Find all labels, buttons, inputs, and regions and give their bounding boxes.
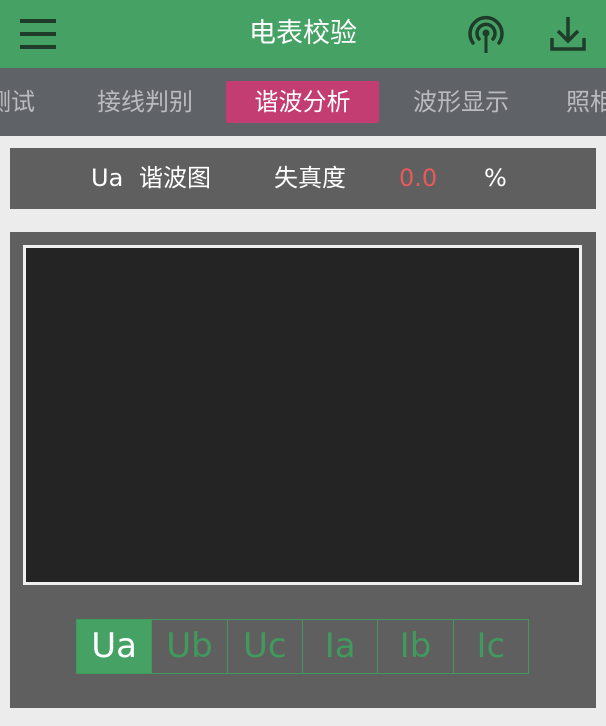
thd-value: 0.0 xyxy=(399,164,438,192)
tab-waveform[interactable]: 波形显示 xyxy=(399,81,523,123)
tab-bar: 测试 接线判别 谐波分析 波形显示 照相 xyxy=(0,68,606,136)
download-button[interactable] xyxy=(546,12,590,56)
signal-button[interactable] xyxy=(464,12,508,56)
chart-label: 谐波图 xyxy=(139,164,211,192)
thd-label: 失真度 xyxy=(274,164,346,192)
channel-button-ic[interactable]: Ic xyxy=(454,620,528,673)
tab-photo[interactable]: 照相 xyxy=(555,81,606,123)
tab-harmonic[interactable]: 谐波分析 xyxy=(226,81,379,123)
download-icon xyxy=(550,17,586,51)
tab-test[interactable]: 测试 xyxy=(0,81,44,123)
app-bar: 电表校验 xyxy=(0,0,606,68)
signal-tower-icon xyxy=(468,15,504,53)
chart-panel: Ua Ub Uc Ia Ib Ic xyxy=(10,232,596,708)
channel-button-ib[interactable]: Ib xyxy=(378,620,454,673)
channel-label: Ua xyxy=(91,164,124,192)
page-title: 电表校验 xyxy=(249,18,357,49)
channel-button-uc[interactable]: Uc xyxy=(228,620,303,673)
channel-button-ub[interactable]: Ub xyxy=(152,620,228,673)
channel-button-ua[interactable]: Ua xyxy=(77,620,153,673)
harmonic-info-bar: Ua 谐波图 失真度 0.0 % xyxy=(10,148,596,209)
tab-wiring[interactable]: 接线判别 xyxy=(83,81,207,123)
thd-unit: % xyxy=(484,164,507,192)
channel-selector: Ua Ub Uc Ia Ib Ic xyxy=(76,619,529,674)
harmonic-chart xyxy=(23,245,582,585)
channel-button-ia[interactable]: Ia xyxy=(303,620,379,673)
